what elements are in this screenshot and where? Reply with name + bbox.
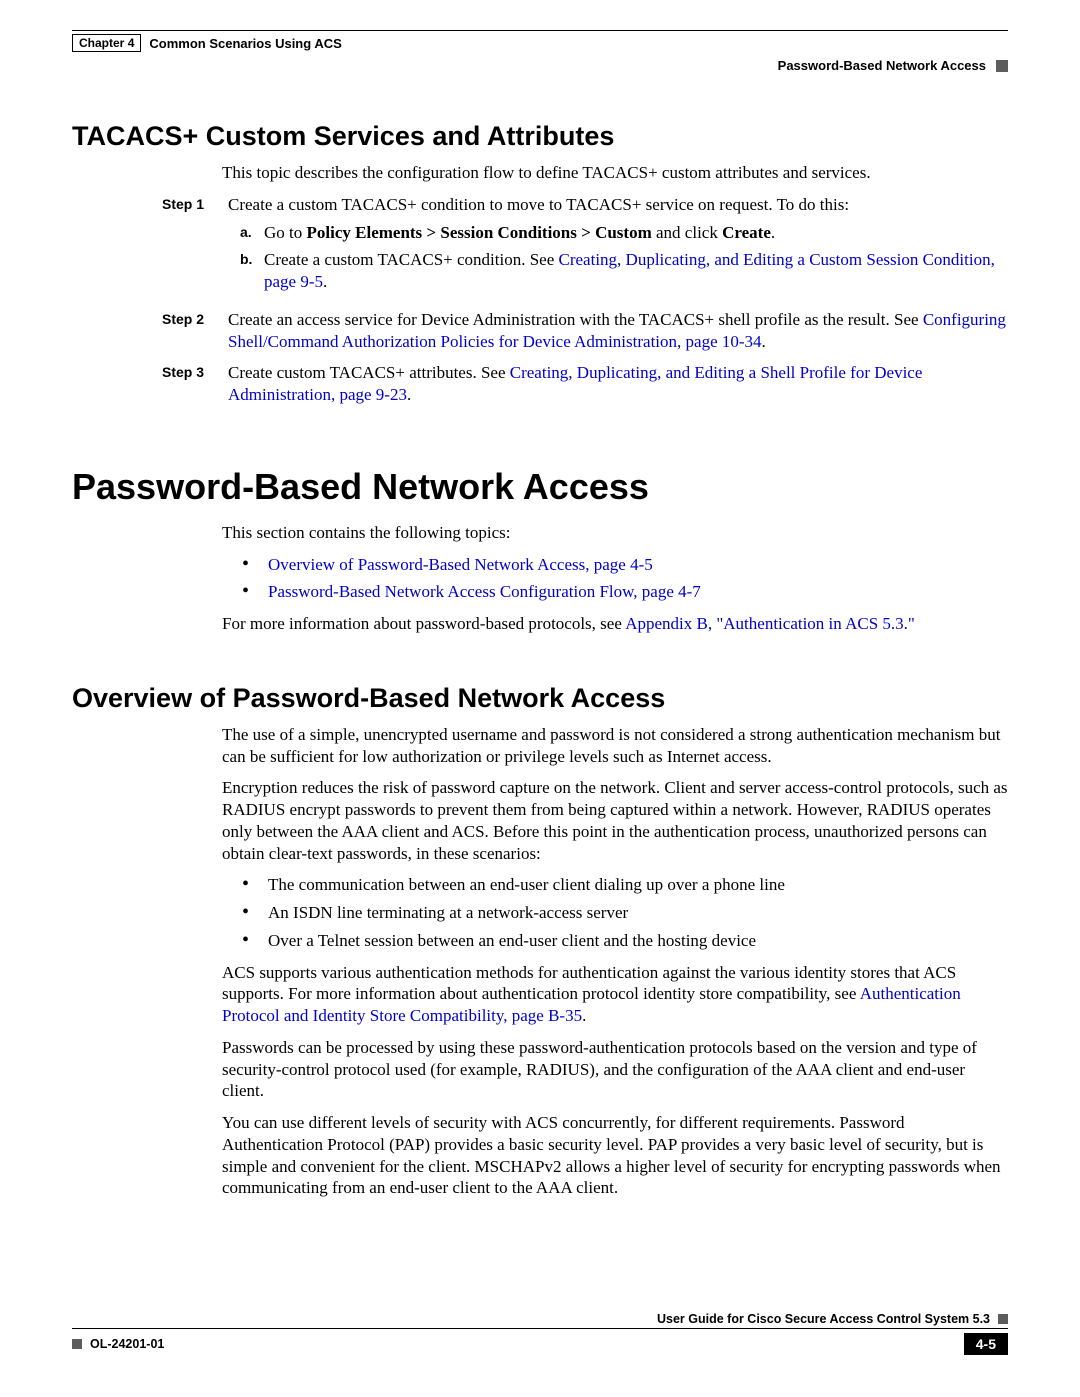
chapter-word: Chapter (79, 36, 124, 50)
step-3-label: Step 3 (162, 362, 228, 406)
sec2-bullet-2-link[interactable]: Password-Based Network Access Configurat… (268, 582, 701, 601)
page-footer: User Guide for Cisco Secure Access Contr… (72, 1312, 1008, 1355)
header-section-row: Password-Based Network Access (72, 58, 1008, 73)
sec2-bullets: Overview of Password-Based Network Acces… (242, 554, 1008, 604)
step-1a-body: Go to Policy Elements > Session Conditio… (264, 222, 775, 244)
footer-guide-title: User Guide for Cisco Secure Access Contr… (657, 1312, 990, 1326)
step-1-sublist: a. Go to Policy Elements > Session Condi… (228, 222, 1008, 293)
sec3-p5: You can use different levels of security… (222, 1112, 1008, 1199)
chapter-title: Common Scenarios Using ACS (149, 36, 341, 51)
sec3-bullet-3: Over a Telnet session between an end-use… (242, 930, 1008, 952)
step-1b: b. Create a custom TACACS+ condition. Se… (240, 249, 1008, 293)
step-1a-label: a. (240, 222, 264, 244)
step-2: Step 2 Create an access service for Devi… (72, 309, 1008, 353)
step-1a-pre: Go to (264, 223, 307, 242)
sec3-bullets: The communication between an end-user cl… (242, 874, 1008, 951)
step-1-label: Step 1 (162, 194, 228, 299)
sec2-more: For more information about password-base… (222, 613, 1008, 635)
step-3-pre: Create custom TACACS+ attributes. See (228, 363, 510, 382)
sec3-p3-pre: ACS supports various authentication meth… (222, 963, 956, 1004)
sec3-p3-post: . (582, 1006, 586, 1025)
footer-bottom-row: OL-24201-01 4-5 (72, 1333, 1008, 1355)
sec3-p3: ACS supports various authentication meth… (222, 962, 1008, 1027)
sec2-bullet-1[interactable]: Overview of Password-Based Network Acces… (242, 554, 1008, 576)
step-1-body: Create a custom TACACS+ condition to mov… (228, 194, 1008, 299)
sec3-p4: Passwords can be processed by using thes… (222, 1037, 1008, 1102)
step-1a-bold: Policy Elements > Session Conditions > C… (307, 223, 652, 242)
step-1b-label: b. (240, 249, 264, 293)
step-1: Step 1 Create a custom TACACS+ condition… (72, 194, 1008, 299)
step-3-body: Create custom TACACS+ attributes. See Cr… (228, 362, 1008, 406)
step-2-pre: Create an access service for Device Admi… (228, 310, 923, 329)
step-1b-pre: Create a custom TACACS+ condition. See (264, 250, 559, 269)
footer-left: OL-24201-01 (72, 1337, 164, 1351)
step-2-post: . (762, 332, 766, 351)
step-1b-post: . (323, 272, 327, 291)
square-marker-icon (998, 1314, 1008, 1324)
footer-doc-id: OL-24201-01 (90, 1337, 164, 1351)
step-3: Step 3 Create custom TACACS+ attributes.… (72, 362, 1008, 406)
heading-overview: Overview of Password-Based Network Acces… (72, 683, 1008, 714)
step-2-body: Create an access service for Device Admi… (228, 309, 1008, 353)
page-number-badge: 4-5 (964, 1333, 1008, 1355)
sec3-bullet-1: The communication between an end-user cl… (242, 874, 1008, 896)
step-1a-mid: and click (652, 223, 722, 242)
step-3-post: . (407, 385, 411, 404)
footer-top-row: User Guide for Cisco Secure Access Contr… (72, 1312, 1008, 1329)
sec2-bullet-2[interactable]: Password-Based Network Access Configurat… (242, 581, 1008, 603)
sec2-intro: This section contains the following topi… (222, 522, 1008, 544)
sec3-bullet-2: An ISDN line terminating at a network-ac… (242, 902, 1008, 924)
step-1a-bold2: Create (722, 223, 771, 242)
chapter-num: 4 (128, 36, 135, 50)
header-section-text: Password-Based Network Access (778, 58, 986, 73)
sec2-more-link[interactable]: Appendix B, "Authentication in ACS 5.3." (625, 614, 915, 633)
heading-tacacs: TACACS+ Custom Services and Attributes (72, 121, 1008, 152)
step-1-text: Create a custom TACACS+ condition to mov… (228, 195, 849, 214)
heading-pbna: Password-Based Network Access (72, 466, 1008, 508)
step-1b-body: Create a custom TACACS+ condition. See C… (264, 249, 1008, 293)
square-marker-icon (996, 60, 1008, 72)
page-header: Chapter 4 Common Scenarios Using ACS Pas… (72, 30, 1008, 73)
chapter-box: Chapter 4 (72, 34, 141, 52)
step-1a: a. Go to Policy Elements > Session Condi… (240, 222, 1008, 244)
sec2-more-pre: For more information about password-base… (222, 614, 625, 633)
step-1a-post: . (771, 223, 775, 242)
header-chapter-row: Chapter 4 Common Scenarios Using ACS (72, 34, 1008, 52)
sec1-intro: This topic describes the configuration f… (222, 162, 1008, 184)
step-2-label: Step 2 (162, 309, 228, 353)
square-marker-icon (72, 1339, 82, 1349)
sec2-bullet-1-link[interactable]: Overview of Password-Based Network Acces… (268, 555, 653, 574)
sec3-p2: Encryption reduces the risk of password … (222, 777, 1008, 864)
sec3-p1: The use of a simple, unencrypted usernam… (222, 724, 1008, 768)
